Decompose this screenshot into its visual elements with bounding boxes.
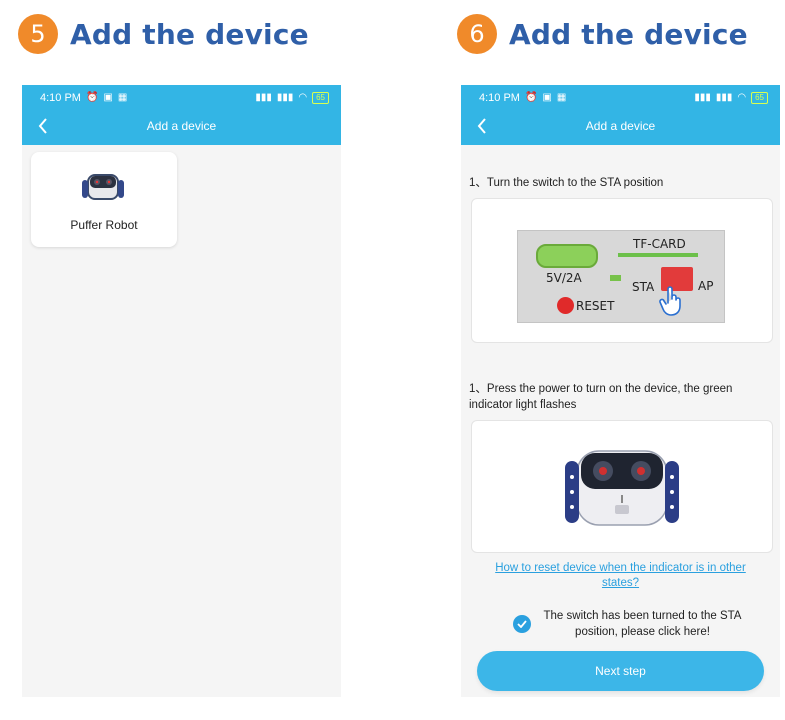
instruction-power-on: 1、Press the power to turn on the device,… <box>469 383 733 411</box>
sta-label: STA <box>632 280 655 294</box>
confirm-switch-row[interactable]: The switch has been turned to the STA po… <box>513 608 744 640</box>
phone-screen-step-5: 4:10 PM ⏰ ▣ ▦ ▮▮▮ ▮▮▮ ◠ 65 Add a device … <box>22 85 341 697</box>
alarm-icon: ⏰ <box>524 92 538 103</box>
battery-icon: 65 <box>751 92 768 104</box>
tf-card-label: TF-CARD <box>633 237 686 251</box>
next-step-button[interactable]: Next step <box>477 651 764 691</box>
step-6-title: Add the device <box>509 17 748 51</box>
reset-help-link[interactable]: How to reset device when the indicator i… <box>481 561 760 591</box>
signal-icon: ▮▮▮ <box>276 92 294 103</box>
step-5-number-badge: 5 <box>18 14 58 54</box>
reset-button-graphic <box>557 297 574 314</box>
robot-image <box>565 450 679 526</box>
checkmark-icon <box>517 620 527 628</box>
status-bar-right: ▮▮▮ ▮▮▮ ◠ 65 <box>694 92 768 104</box>
alarm-icon: ⏰ <box>85 92 99 103</box>
device-name: Puffer Robot <box>70 218 138 232</box>
reset-label: RESET <box>576 299 615 313</box>
step-6-number-badge: 6 <box>457 14 497 54</box>
step-5-title: Add the device <box>70 17 309 51</box>
app-bar: 4:10 PM ⏰ ▣ ▦ ▮▮▮ ▮▮▮ ◠ 65 Add a device <box>461 85 780 145</box>
wifi-icon: ◠ <box>298 92 308 103</box>
status-time: 4:10 PM <box>40 92 81 104</box>
step-5-heading: 5 Add the device <box>18 14 309 54</box>
ap-label: AP <box>698 279 714 293</box>
status-time: 4:10 PM <box>479 92 520 104</box>
signal-icon: ▮▮▮ <box>255 92 272 103</box>
status-bar-left: 4:10 PM ⏰ ▣ ▦ <box>40 92 127 104</box>
status-bar-left: 4:10 PM ⏰ ▣ ▦ <box>479 92 566 104</box>
robot-icon <box>82 174 124 200</box>
phone-screen-step-6: 4:10 PM ⏰ ▣ ▦ ▮▮▮ ▮▮▮ ◠ 65 Add a device … <box>461 85 780 697</box>
instruction-switch-sta: 1、Turn the switch to the STA position <box>469 177 664 189</box>
tap-hand-icon <box>659 286 681 316</box>
device-card-puffer-robot[interactable]: Puffer Robot <box>31 152 177 247</box>
app-notification-icon: ▦ <box>117 92 128 103</box>
appbar-title: Add a device <box>146 119 217 133</box>
signal-icon: ▮▮▮ <box>715 92 733 103</box>
app-notification-icon: ▦ <box>556 92 567 103</box>
tf-card-slot <box>618 253 698 257</box>
notification-icon: ▣ <box>103 92 113 103</box>
status-bar-right: ▮▮▮ ▮▮▮ ◠ 65 <box>255 92 329 104</box>
power-label: 5V/2A <box>546 271 582 285</box>
confirm-checkbox[interactable] <box>513 615 531 633</box>
robot-image-frame <box>471 420 773 553</box>
battery-icon: 65 <box>312 92 329 104</box>
app-bar: 4:10 PM ⏰ ▣ ▦ ▮▮▮ ▮▮▮ ◠ 65 Add a device <box>22 85 341 145</box>
confirm-text: The switch has been turned to the STA po… <box>543 610 742 638</box>
indicator-light <box>610 275 621 281</box>
signal-icon: ▮▮▮ <box>694 92 711 103</box>
step-6-heading: 6 Add the device <box>457 14 748 54</box>
wifi-icon: ◠ <box>737 92 747 103</box>
device-port-panel: TF-CARD 5V/2A STA AP RESET <box>517 230 725 323</box>
notification-icon: ▣ <box>542 92 552 103</box>
appbar-title: Add a device <box>585 119 656 133</box>
power-port <box>536 244 598 268</box>
switch-panel-frame: TF-CARD 5V/2A STA AP RESET <box>471 198 773 343</box>
